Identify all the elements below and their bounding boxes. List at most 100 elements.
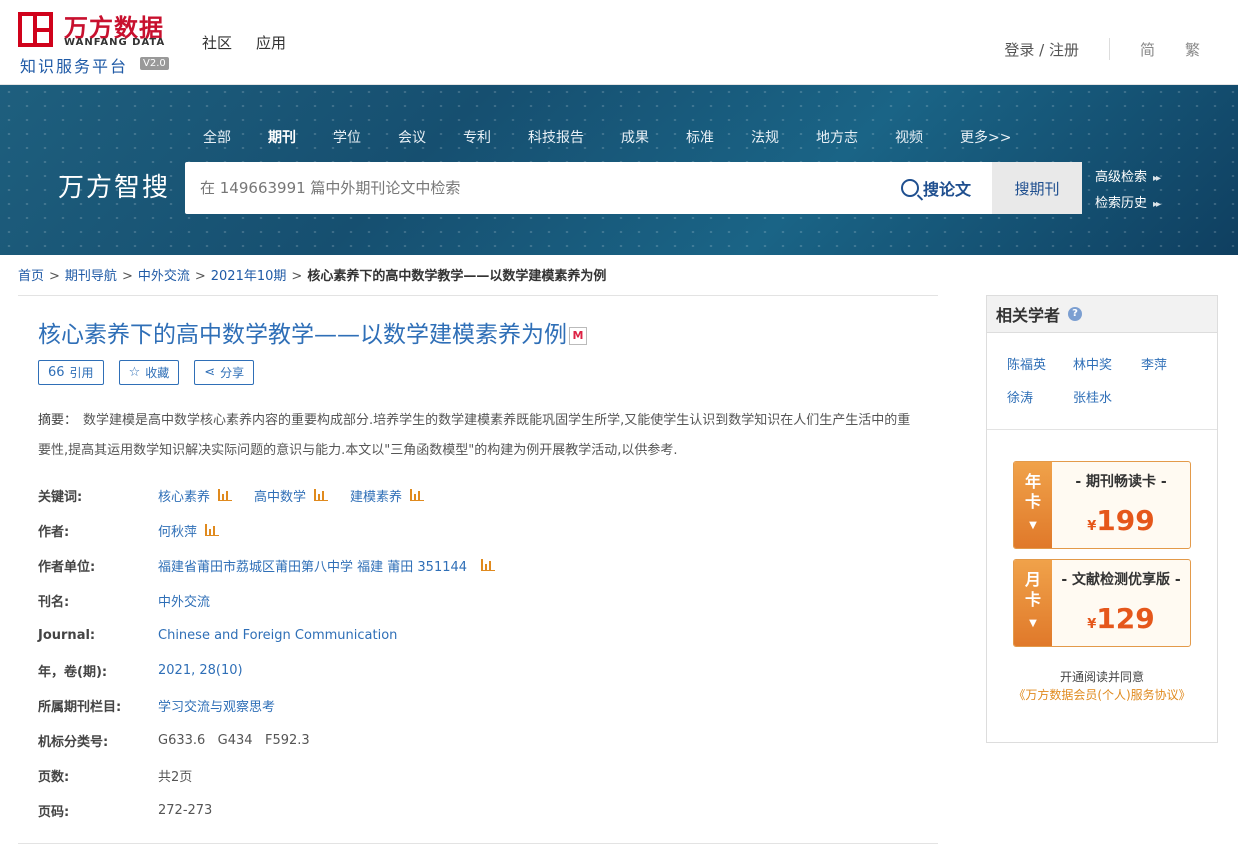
article-title: 核心素养下的高中数学教学——以数学建模素养为例 M <box>38 315 587 349</box>
divider <box>987 429 1217 430</box>
stats-chart-icon[interactable] <box>410 489 425 501</box>
card-price: ¥129 <box>1087 602 1155 635</box>
mendeley-icon[interactable]: M <box>569 326 587 345</box>
nav-community[interactable]: 社区 <box>202 32 232 53</box>
classification-row: 机标分类号: G633.6 G434 F592.3 <box>38 732 310 750</box>
collect-button[interactable]: ☆ 收藏 <box>118 360 180 385</box>
card-tag: 年卡 ▼ <box>1014 462 1052 548</box>
category-tabs: 全部 期刊 学位 会议 专利 科技报告 成果 标准 法规 地方志 视频 更多>> <box>203 127 1048 147</box>
sidebar-title: 相关学者? <box>987 296 1217 333</box>
search-history-link[interactable]: 检索历史 ▸▸ <box>1095 191 1161 217</box>
affiliation-link[interactable]: 福建省莆田市荔城区莆田第八中学 福建 莆田 351144 <box>158 556 467 575</box>
stats-chart-icon[interactable] <box>481 559 496 571</box>
tab-all[interactable]: 全部 <box>203 127 231 147</box>
search-banner: 全部 期刊 学位 会议 专利 科技报告 成果 标准 法规 地方志 视频 更多>>… <box>0 85 1238 255</box>
column-link[interactable]: 学习交流与观察思考 <box>158 696 275 715</box>
agreement-text: 开通阅读并同意 <box>1059 670 1144 684</box>
tab-journal[interactable]: 期刊 <box>268 127 296 147</box>
journal-en-link[interactable]: Chinese and Foreign Communication <box>158 628 397 643</box>
stats-chart-icon[interactable] <box>314 489 329 501</box>
pages-row: 页数: 共2页 <box>38 760 192 790</box>
double-chevron-right-icon: ▸▸ <box>1153 173 1161 184</box>
logo-mark-icon <box>18 12 53 47</box>
logo-text-en: WANFANG DATA <box>64 37 166 48</box>
journal-cn-link[interactable]: 中外交流 <box>158 591 210 610</box>
logo[interactable]: 万方数据 WANFANG DATA 知识服务平台 V2.0 <box>18 8 178 78</box>
card-name: - 期刊畅读卡 - <box>1075 474 1167 490</box>
page-range-row: 页码: 272-273 <box>38 802 213 820</box>
lang-simplified[interactable]: 简 <box>1140 39 1155 60</box>
search-paper-label: 搜论文 <box>923 180 972 199</box>
column-row: 所属期刊栏目: 学习交流与观察思考 <box>38 690 275 720</box>
abstract-text: 数学建模是高中数学核心素养内容的重要构成部分.培养学生的数学建模素养既能巩固学生… <box>38 413 911 458</box>
quote-icon: 66 <box>48 365 65 380</box>
breadcrumb-home[interactable]: 首页 <box>18 269 44 284</box>
article-actions: 66 引用 ☆ 收藏 ⋖ 分享 <box>38 360 255 385</box>
search-icon <box>901 179 919 197</box>
search-paper-button[interactable]: 搜论文 <box>901 162 991 214</box>
author-link[interactable]: 何秋萍 <box>158 521 197 540</box>
lang-traditional[interactable]: 繁 <box>1185 39 1200 60</box>
breadcrumb-current: 核心素养下的高中数学教学——以数学建模素养为例 <box>307 269 607 284</box>
help-icon[interactable]: ? <box>1068 307 1083 321</box>
tab-conference[interactable]: 会议 <box>398 127 426 147</box>
double-chevron-right-icon: ▸▸ <box>1153 199 1161 210</box>
tab-law[interactable]: 法规 <box>751 127 779 147</box>
chevron-down-icon: ▼ <box>1029 618 1037 629</box>
sidebar-related-scholars: 相关学者? 陈福英 林中奖 李萍 徐涛 张桂水 年卡 ▼ - 期刊畅读卡 - ¥1… <box>986 295 1218 743</box>
scholar-link[interactable]: 张桂水 <box>1073 387 1112 406</box>
tab-patent[interactable]: 专利 <box>463 127 491 147</box>
tab-local-chronicle[interactable]: 地方志 <box>816 127 858 147</box>
journal-cn-row: 刊名: 中外交流 <box>38 585 210 615</box>
page-range-value: 272-273 <box>158 802 213 818</box>
tab-video[interactable]: 视频 <box>895 127 923 147</box>
user-area: 登录 / 注册 简 繁 <box>1004 38 1200 60</box>
keyword-link[interactable]: 高中数学 <box>254 486 306 505</box>
keyword-link[interactable]: 核心素养 <box>158 486 210 505</box>
search-box: 搜论文 搜期刊 <box>185 162 1082 214</box>
breadcrumb-journal[interactable]: 中外交流 <box>138 269 190 284</box>
share-button[interactable]: ⋖ 分享 <box>194 360 255 385</box>
breadcrumb-issue[interactable]: 2021年10期 <box>211 269 287 284</box>
stats-chart-icon[interactable] <box>205 524 220 536</box>
card-price: ¥199 <box>1087 504 1155 537</box>
abstract: 摘要： 数学建模是高中数学核心素养内容的重要构成部分.培养学生的数学建模素养既能巩… <box>38 406 918 466</box>
tab-report[interactable]: 科技报告 <box>528 127 584 147</box>
advanced-search-link[interactable]: 高级检索 ▸▸ <box>1095 165 1161 191</box>
classification-value: G633.6 G434 F592.3 <box>158 732 310 748</box>
search-journal-button[interactable]: 搜期刊 <box>992 162 1082 214</box>
breadcrumb-journal-nav[interactable]: 期刊导航 <box>65 269 117 284</box>
journal-en-row: Journal: Chinese and Foreign Communicati… <box>38 627 398 643</box>
scholar-link[interactable]: 林中奖 <box>1073 354 1112 373</box>
card-name: - 文献检测优享版 - <box>1061 572 1181 588</box>
tab-achievement[interactable]: 成果 <box>621 127 649 147</box>
tab-standard[interactable]: 标准 <box>686 127 714 147</box>
chevron-down-icon: ▼ <box>1029 520 1037 531</box>
scholar-link[interactable]: 陈福英 <box>1007 354 1046 373</box>
login-register-link[interactable]: 登录 / 注册 <box>1004 39 1079 60</box>
agreement: 开通阅读并同意 《万方数据会员(个人)服务协议》 <box>987 668 1217 704</box>
search-input[interactable] <box>185 162 885 214</box>
search-links: 高级检索 ▸▸ 检索历史 ▸▸ <box>1095 165 1161 217</box>
stats-chart-icon[interactable] <box>218 489 233 501</box>
logo-subtitle: 知识服务平台 <box>20 57 129 76</box>
share-icon: ⋖ <box>204 365 216 380</box>
scholar-link[interactable]: 李萍 <box>1141 354 1167 373</box>
agreement-link[interactable]: 《万方数据会员(个人)服务协议》 <box>987 686 1217 704</box>
divider <box>18 295 938 296</box>
tab-degree[interactable]: 学位 <box>333 127 361 147</box>
card-tag: 月卡 ▼ <box>1014 560 1052 646</box>
keywords-row: 关键词: 核心素养 高中数学 建模素养 <box>38 480 425 510</box>
annual-card[interactable]: 年卡 ▼ - 期刊畅读卡 - ¥199 <box>1013 461 1191 549</box>
pages-value: 共2页 <box>158 769 193 785</box>
divider <box>1108 38 1110 60</box>
cite-button[interactable]: 66 引用 <box>38 360 104 385</box>
monthly-card[interactable]: 月卡 ▼ - 文献检测优享版 - ¥129 <box>1013 559 1191 647</box>
nav-apps[interactable]: 应用 <box>256 32 286 53</box>
breadcrumb: 首页 > 期刊导航 > 中外交流 >2021年10期 > 核心素养下的高中数学教学——以数学建… <box>18 269 607 284</box>
top-nav: 社区 应用 <box>202 32 286 53</box>
tab-more[interactable]: 更多>> <box>960 127 1011 147</box>
keyword-link[interactable]: 建模素养 <box>350 486 402 505</box>
volume-link[interactable]: 2021, 28(10) <box>158 663 243 678</box>
scholar-link[interactable]: 徐涛 <box>1007 387 1033 406</box>
